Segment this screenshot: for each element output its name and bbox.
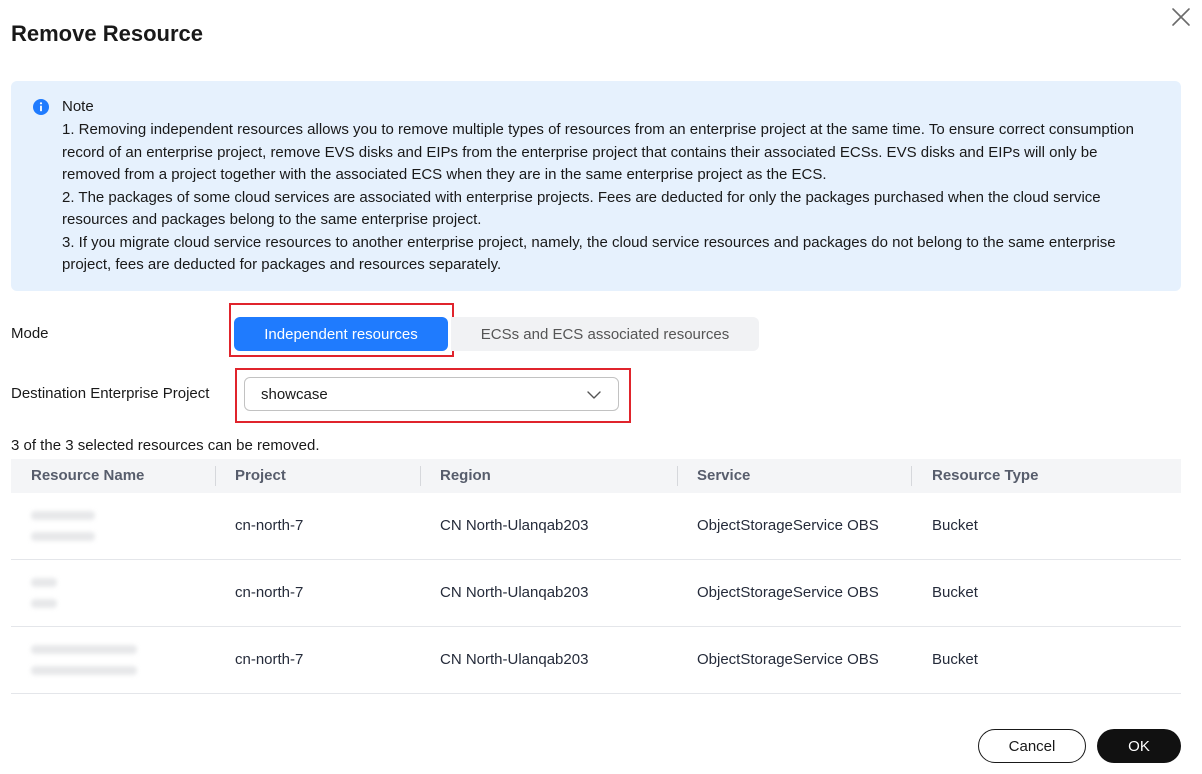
column-separator [420, 466, 421, 486]
note-text: 1. Removing independent resources allows… [62, 119, 1162, 277]
column-separator [677, 466, 678, 486]
note-line: project, fees are deducted for packages … [62, 256, 502, 273]
project-cell: cn-north-7 [235, 584, 304, 601]
resource-table: Resource Name Project Region Service Res… [11, 459, 1181, 694]
blurred-resource-name [31, 532, 95, 541]
note-line: 1. Removing independent resources allows… [62, 121, 1134, 138]
column-separator [215, 466, 216, 486]
column-header-resource-type: Resource Type [932, 467, 1039, 484]
blurred-resource-name [31, 578, 57, 587]
resource-type-cell: Bucket [932, 584, 978, 601]
column-header-project: Project [235, 467, 286, 484]
note-line: 2. The packages of some cloud services a… [62, 188, 1101, 206]
destination-label: Destination Enterprise Project [11, 385, 210, 402]
mode-label: Mode [11, 325, 49, 342]
note-line: 3. If you migrate cloud service resource… [62, 233, 1116, 251]
region-cell: CN North-Ulanqab203 [440, 584, 589, 601]
blurred-resource-name [31, 645, 137, 654]
close-button[interactable] [1168, 4, 1194, 30]
service-cell: ObjectStorageService OBS [697, 651, 879, 668]
blurred-resource-name [31, 511, 95, 520]
project-cell: cn-north-7 [235, 651, 304, 668]
column-separator [911, 466, 912, 486]
note-line: removed from a project together with the… [62, 166, 827, 183]
chevron-down-icon [587, 391, 601, 399]
column-header-resource-name: Resource Name [31, 467, 145, 484]
mode-option-independent-resources[interactable]: Independent resources [234, 317, 448, 351]
region-cell: CN North-Ulanqab203 [440, 651, 589, 668]
column-header-region: Region [440, 467, 491, 484]
project-cell: cn-north-7 [235, 517, 304, 534]
note-box: Note 1. Removing independent resources a… [11, 81, 1181, 291]
destination-project-value: showcase [261, 386, 328, 403]
note-line: record of an enterprise project, remove … [62, 143, 1098, 161]
service-cell: ObjectStorageService OBS [697, 517, 879, 534]
info-icon [33, 99, 49, 115]
resource-type-cell: Bucket [932, 651, 978, 668]
blurred-resource-name [31, 666, 137, 675]
dialog-title: Remove Resource [11, 21, 203, 46]
destination-project-select[interactable]: showcase [244, 377, 619, 411]
note-title: Note [62, 98, 94, 115]
blurred-resource-name [31, 599, 57, 608]
column-header-service: Service [697, 467, 751, 484]
service-cell: ObjectStorageService OBS [697, 584, 879, 601]
note-line: resources and packages belong to the sam… [62, 211, 482, 228]
resource-type-cell: Bucket [932, 517, 978, 534]
mode-option-ecs-associated-resources[interactable]: ECSs and ECS associated resources [451, 317, 759, 351]
table-row: cn-north-7 CN North-Ulanqab203 ObjectSto… [11, 627, 1181, 694]
removable-count-text: 3 of the 3 selected resources can be rem… [11, 437, 320, 454]
cancel-button[interactable]: Cancel [978, 729, 1086, 763]
table-header: Resource Name Project Region Service Res… [11, 459, 1181, 493]
table-row: cn-north-7 CN North-Ulanqab203 ObjectSto… [11, 560, 1181, 627]
close-icon [1172, 8, 1190, 26]
region-cell: CN North-Ulanqab203 [440, 517, 589, 534]
ok-button[interactable]: OK [1097, 729, 1181, 763]
table-row: cn-north-7 CN North-Ulanqab203 ObjectSto… [11, 493, 1181, 560]
